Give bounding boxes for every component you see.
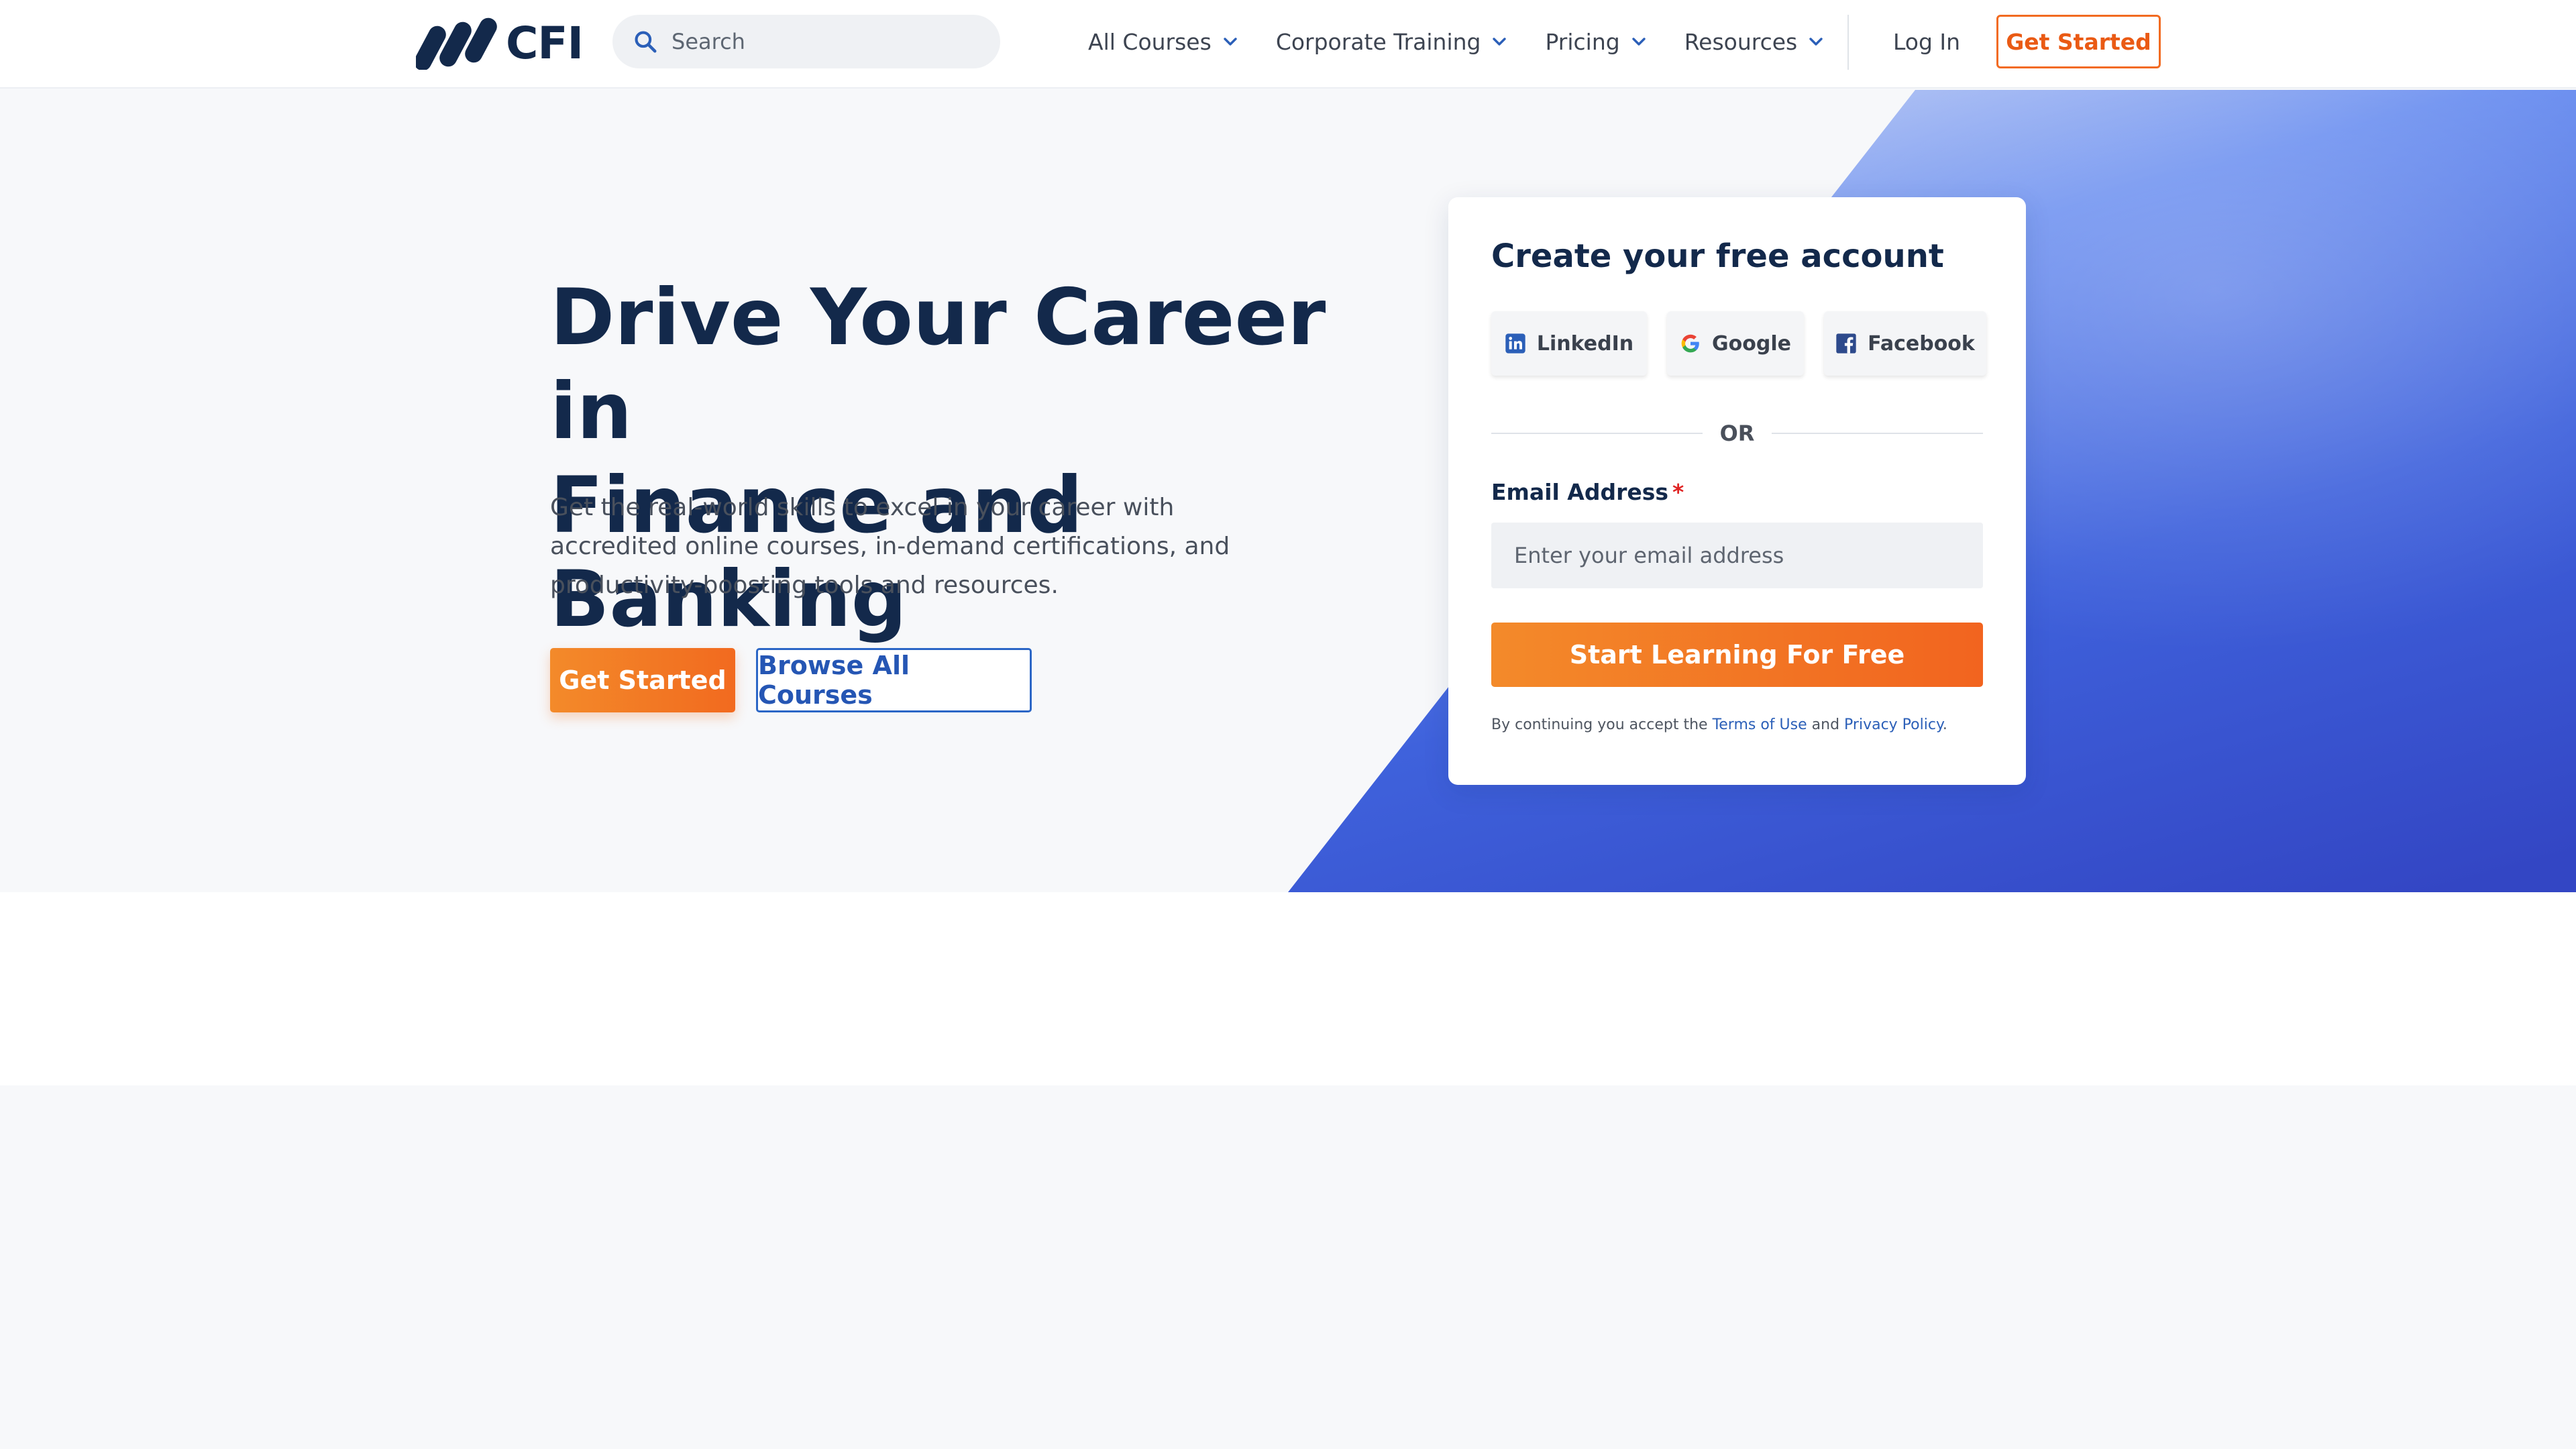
terms-suffix: .	[1942, 716, 1947, 733]
facebook-login-button[interactable]: Facebook	[1824, 311, 1986, 376]
nav-corporate-training[interactable]: Corporate Training	[1276, 29, 1508, 55]
or-divider-line-right	[1772, 433, 1983, 434]
google-login-button[interactable]: Google	[1667, 311, 1804, 376]
or-divider: OR	[1491, 419, 1983, 448]
signup-title: Create your free account	[1491, 237, 1944, 275]
nav-pricing-label: Pricing	[1545, 28, 1620, 55]
top-navbar: CFI All Courses Corporate Training Prici…	[0, 0, 2576, 89]
cfi-logo-mark-icon	[416, 17, 497, 70]
nav-pricing[interactable]: Pricing	[1545, 29, 1646, 55]
logo-text: CFI	[506, 17, 584, 69]
chevron-down-icon	[1809, 38, 1823, 46]
terms-prefix: By continuing you accept the	[1491, 716, 1708, 733]
content-band-gray	[0, 1085, 2576, 1449]
search-input[interactable]	[672, 29, 967, 54]
terms-of-use-link[interactable]: Terms of Use	[1713, 716, 1807, 733]
login-link[interactable]: Log In	[1893, 0, 1960, 83]
privacy-policy-link[interactable]: Privacy Policy	[1844, 716, 1943, 733]
linkedin-login-button[interactable]: LinkedIn	[1491, 311, 1647, 376]
main-nav: All Courses Corporate Training Pricing R…	[1088, 0, 1862, 83]
chevron-down-icon	[1224, 38, 1237, 46]
terms-notice: By continuing you accept the Terms of Us…	[1491, 716, 2001, 733]
facebook-icon	[1836, 333, 1856, 354]
hero-subtitle: Get the real-world skills to excel in yo…	[550, 494, 1230, 599]
cfi-logo[interactable]: CFI	[416, 16, 584, 70]
nav-get-started-button[interactable]: Get Started	[1996, 15, 2161, 68]
chevron-down-icon	[1493, 38, 1507, 46]
email-label-text: Email Address	[1491, 479, 1669, 505]
chevron-down-icon	[1632, 38, 1646, 46]
linkedin-icon	[1505, 333, 1525, 354]
terms-and: and	[1811, 716, 1840, 733]
google-icon	[1681, 334, 1699, 353]
or-divider-text: OR	[1719, 421, 1755, 446]
hero-title-line-1: Drive Your Career in	[550, 272, 1326, 457]
content-band-white	[0, 892, 2576, 1085]
nav-corporate-training-label: Corporate Training	[1275, 28, 1481, 55]
nav-divider	[1847, 15, 1849, 70]
linkedin-label: LinkedIn	[1536, 331, 1634, 356]
email-label: Email Address *	[1491, 479, 1684, 505]
signup-card: Create your free account LinkedIn Google…	[1448, 197, 2026, 785]
or-divider-line-left	[1491, 433, 1703, 434]
search-bar[interactable]	[612, 15, 1000, 68]
nav-resources[interactable]: Resources	[1684, 29, 1825, 55]
start-learning-button[interactable]: Start Learning For Free	[1491, 623, 1983, 687]
facebook-label: Facebook	[1868, 331, 1975, 356]
nav-resources-label: Resources	[1684, 28, 1798, 55]
email-field[interactable]	[1491, 523, 1983, 588]
nav-all-courses-label: All Courses	[1088, 28, 1212, 55]
search-icon	[635, 31, 657, 53]
social-login-row: LinkedIn Google Facebook	[1491, 311, 1986, 376]
required-asterisk: *	[1672, 479, 1684, 505]
hero-get-started-button[interactable]: Get Started	[550, 648, 735, 712]
hero-section: Drive Your Career in Finance and Banking…	[0, 90, 2576, 892]
nav-all-courses[interactable]: All Courses	[1088, 29, 1238, 55]
browse-all-courses-button[interactable]: Browse All Courses	[756, 648, 1032, 712]
google-label: Google	[1712, 331, 1791, 356]
